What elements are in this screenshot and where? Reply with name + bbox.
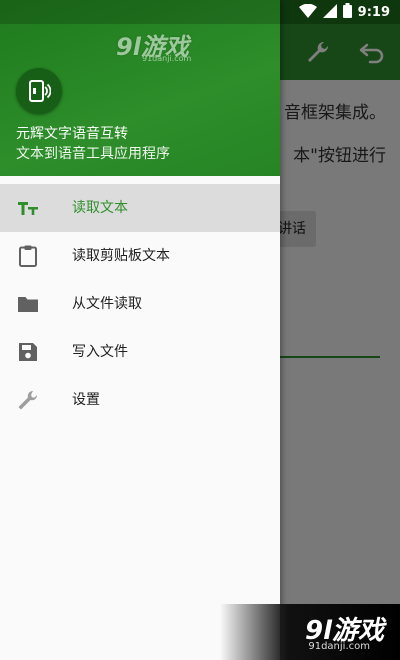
navigation-drawer: 元辉文字语音互转 文本到语音工具应用程序 读取文本 读取剪贴板文本 从文件读取 … [0,0,280,660]
battery-icon [342,2,352,22]
clipboard-icon [16,244,40,268]
menu-item-label: 从文件读取 [72,296,142,312]
screen: 音框架集成。 本"按钮进行 讲话 9:19 [0,0,400,660]
drawer-app-name: 元辉文字语音互转 [16,126,128,142]
wifi-icon [298,3,317,22]
watermark-top: 9l游戏 91danji.com [116,27,216,67]
drawer-app-description: 文本到语音工具应用程序 [16,146,170,162]
wrench-icon [16,388,40,412]
menu-item-label: 读取文本 [72,200,128,216]
drawer-menu: 读取文本 读取剪贴板文本 从文件读取 写入文件 设置 [0,184,280,424]
tts-phone-icon [29,80,51,102]
signal-icon [322,3,337,22]
app-logo [16,68,62,114]
status-icons: 9:19 [298,0,390,24]
text-format-icon [16,196,40,220]
save-icon [16,340,40,364]
menu-item-read-file[interactable]: 从文件读取 [0,280,280,328]
watermark-url-bottom: 91danji.com [308,641,370,652]
status-time: 9:19 [357,4,390,20]
menu-item-write-file[interactable]: 写入文件 [0,328,280,376]
folder-icon [16,292,40,316]
menu-item-settings[interactable]: 设置 [0,376,280,424]
menu-item-read-text[interactable]: 读取文本 [0,184,280,232]
menu-item-label: 读取剪贴板文本 [72,248,170,264]
menu-item-label: 写入文件 [72,344,128,360]
menu-item-label: 设置 [72,392,100,408]
drawer-status-bar [0,0,280,24]
watermark-url: 91danji.com [142,54,192,63]
menu-item-read-clipboard[interactable]: 读取剪贴板文本 [0,232,280,280]
